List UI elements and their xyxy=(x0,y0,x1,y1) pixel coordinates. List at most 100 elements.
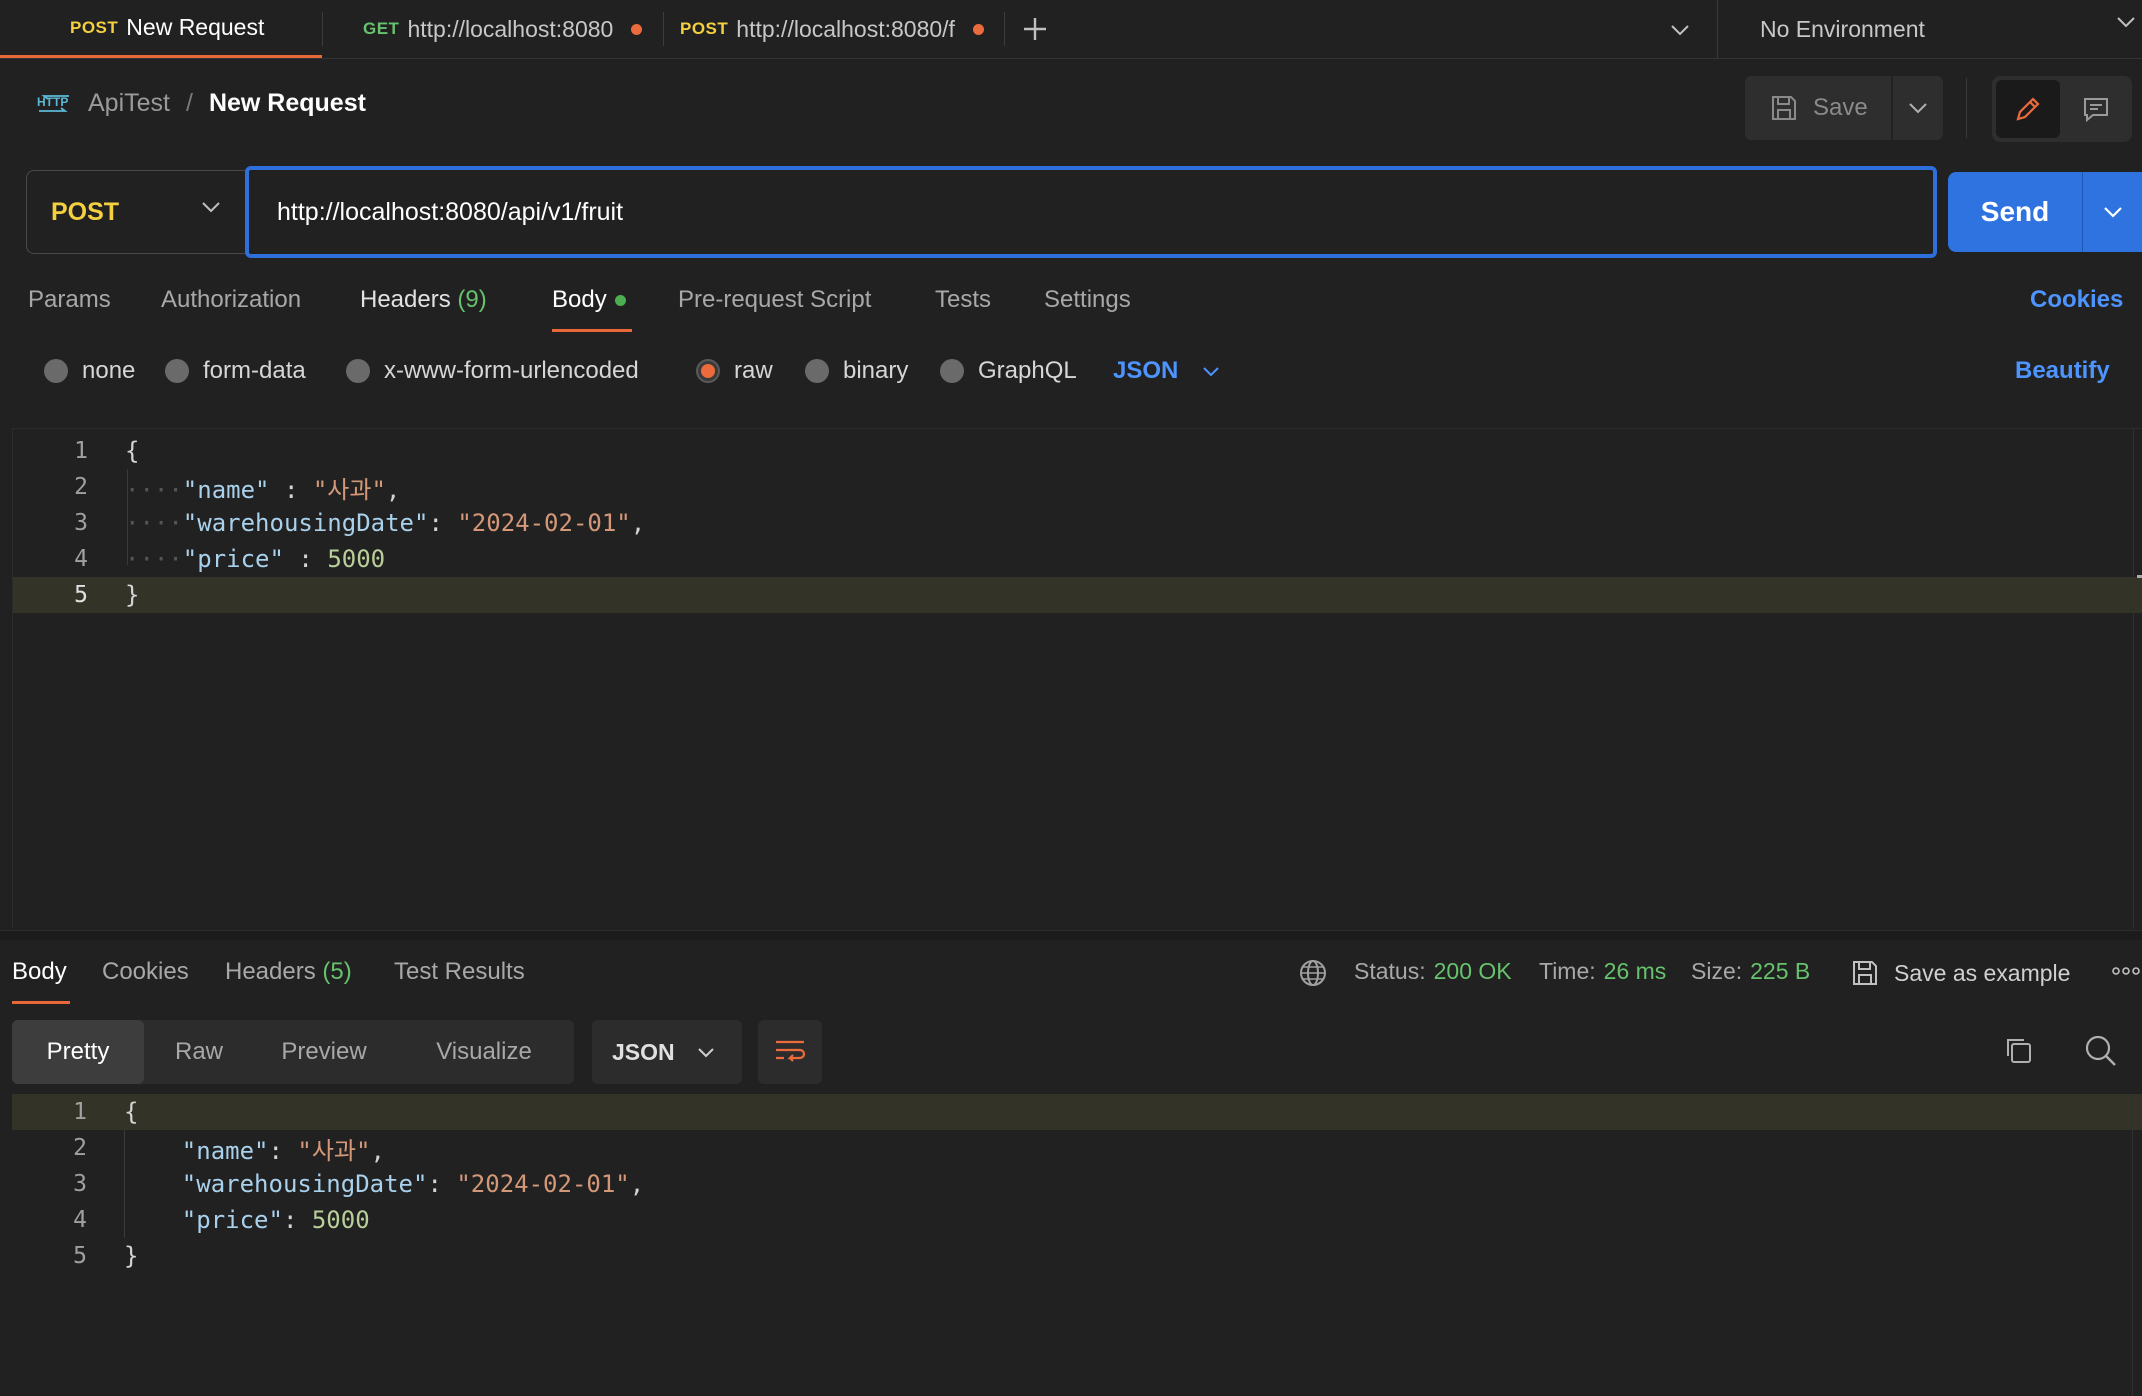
response-view-bar: Pretty Raw Preview Visualize JSON xyxy=(12,1020,2142,1084)
radio-label: x-www-form-urlencoded xyxy=(384,357,639,384)
json-value: "사과" xyxy=(297,1136,371,1165)
method-selector[interactable]: POST xyxy=(26,170,246,254)
response-status[interactable]: Status: 200 OK xyxy=(1354,958,1512,985)
copy-button[interactable] xyxy=(2002,1034,2034,1073)
tab-tests[interactable]: Tests xyxy=(935,286,991,332)
radio-button-selected[interactable] xyxy=(696,359,720,383)
page-title[interactable]: New Request xyxy=(209,89,366,118)
send-options-button[interactable] xyxy=(2082,172,2142,252)
viewer-scrollbar[interactable] xyxy=(2132,1094,2133,1396)
header-divider xyxy=(1966,78,1967,138)
json-tail: , xyxy=(629,1170,645,1198)
status-value: 200 OK xyxy=(1433,958,1512,984)
pane-resize-handle[interactable] xyxy=(0,930,2142,940)
radio-button[interactable] xyxy=(44,359,68,383)
request-body-editor[interactable]: 1 { 2 ····"name" : "사과", 3 ····"warehous… xyxy=(12,428,2142,929)
json-value: "2024-02-01" xyxy=(457,509,631,537)
body-type-urlencoded[interactable]: x-www-form-urlencoded xyxy=(346,357,639,385)
code-text: { xyxy=(125,437,139,465)
response-body-viewer[interactable]: 1 { 2 "name": "사과", 3 "warehousingDate":… xyxy=(12,1094,2142,1396)
plus-icon xyxy=(1024,18,1046,40)
wrap-lines-button[interactable] xyxy=(758,1020,822,1084)
response-headers-label: Headers xyxy=(225,958,316,985)
tab-prerequest-script[interactable]: Pre-request Script xyxy=(678,286,871,332)
body-type-graphql[interactable]: GraphQL xyxy=(940,357,1077,385)
tab-get-localhost[interactable]: GET http://localhost:8080 xyxy=(323,0,663,58)
radio-label: none xyxy=(82,357,136,384)
json-value: 5000 xyxy=(327,545,386,573)
network-info-button[interactable] xyxy=(1298,958,1328,988)
save-options-button[interactable] xyxy=(1893,76,1943,140)
body-language-selector[interactable]: JSON xyxy=(1113,357,1220,385)
radio-button[interactable] xyxy=(940,359,964,383)
radio-button[interactable] xyxy=(805,359,829,383)
json-value: "2024-02-01" xyxy=(456,1170,630,1198)
view-preview-button[interactable]: Preview xyxy=(254,1020,394,1084)
save-icon xyxy=(1772,96,1796,120)
tabs-overflow-button[interactable] xyxy=(1660,0,1700,59)
response-size[interactable]: Size: 225 B xyxy=(1691,958,1810,985)
save-as-example-label: Save as example xyxy=(1894,959,2071,986)
save-label: Save xyxy=(1813,94,1868,121)
json-tail: , xyxy=(370,1136,385,1165)
edit-mode-button[interactable] xyxy=(1996,80,2060,138)
tab-post-localhost[interactable]: POST http://localhost:8080/f xyxy=(664,0,1004,58)
response-tab-body[interactable]: Body xyxy=(12,958,70,1004)
beautify-button[interactable]: Beautify xyxy=(2015,357,2110,385)
response-view-toggle: Pretty Raw Preview Visualize xyxy=(12,1020,574,1084)
comment-icon xyxy=(2084,98,2108,123)
tab-params[interactable]: Params xyxy=(28,286,111,332)
response-tab-cookies[interactable]: Cookies xyxy=(102,958,189,1004)
body-type-raw[interactable]: raw xyxy=(696,357,773,385)
tab-headers-label: Headers xyxy=(360,286,451,313)
send-button-group: Send xyxy=(1948,172,2142,252)
body-type-form-data[interactable]: form-data xyxy=(165,357,306,385)
radio-label: GraphQL xyxy=(978,357,1077,384)
tab-headers[interactable]: Headers (9) xyxy=(360,286,487,332)
chevron-down-icon xyxy=(1203,366,1220,376)
json-separator: : xyxy=(269,475,313,504)
body-type-none[interactable]: none xyxy=(44,357,135,385)
cookies-link[interactable]: Cookies xyxy=(2030,286,2123,314)
comments-button[interactable] xyxy=(2064,80,2128,138)
body-language-label: JSON xyxy=(1113,357,1179,384)
save-button[interactable]: Save xyxy=(1745,76,1891,140)
response-format-label: JSON xyxy=(612,1038,675,1065)
response-tab-test-results[interactable]: Test Results xyxy=(394,958,525,1004)
editor-scrollbar[interactable] xyxy=(2133,429,2134,929)
tab-body-label: Body xyxy=(552,286,607,313)
save-group: Save xyxy=(1745,76,1943,140)
url-input[interactable]: http://localhost:8080/api/v1/fruit xyxy=(245,166,1937,258)
tab-new-request[interactable]: POST New Request xyxy=(0,0,322,58)
body-type-selector: none form-data x-www-form-urlencoded raw… xyxy=(0,345,2142,395)
search-button[interactable] xyxy=(2084,1034,2118,1075)
body-type-binary[interactable]: binary xyxy=(805,357,908,385)
new-tab-button[interactable] xyxy=(1005,0,1065,58)
chevron-down-icon xyxy=(202,202,220,213)
breadcrumb-collection[interactable]: ApiTest xyxy=(88,89,170,118)
line-number: 3 xyxy=(73,1171,87,1197)
json-tail: , xyxy=(385,475,401,504)
response-format-selector[interactable]: JSON xyxy=(592,1020,742,1084)
tab-body[interactable]: Body xyxy=(552,286,632,332)
tab-authorization[interactable]: Authorization xyxy=(161,286,301,332)
view-pretty-button[interactable]: Pretty xyxy=(12,1020,144,1084)
environment-selector[interactable]: No Environment xyxy=(1717,0,2142,59)
tab-settings[interactable]: Settings xyxy=(1044,286,1131,332)
view-visualize-button[interactable]: Visualize xyxy=(394,1020,574,1084)
code-line: 2 "name": "사과", xyxy=(12,1130,2142,1166)
url-value: http://localhost:8080/api/v1/fruit xyxy=(277,197,624,226)
response-tab-headers[interactable]: Headers (5) xyxy=(225,958,352,1004)
save-as-example-button[interactable]: Save as example xyxy=(1850,958,2070,988)
code-line: 5 } xyxy=(12,1238,2142,1274)
more-options-button[interactable] xyxy=(2112,966,2140,976)
radio-button[interactable] xyxy=(346,359,370,383)
json-value: 5000 xyxy=(311,1206,370,1234)
json-tail: , xyxy=(630,509,646,537)
view-raw-button[interactable]: Raw xyxy=(144,1020,254,1084)
radio-button[interactable] xyxy=(165,359,189,383)
line-number: 1 xyxy=(74,438,88,464)
response-time[interactable]: Time: 26 ms xyxy=(1539,958,1666,985)
send-button[interactable]: Send xyxy=(1948,196,2082,228)
code-text: "name": "사과", xyxy=(124,1131,385,1166)
